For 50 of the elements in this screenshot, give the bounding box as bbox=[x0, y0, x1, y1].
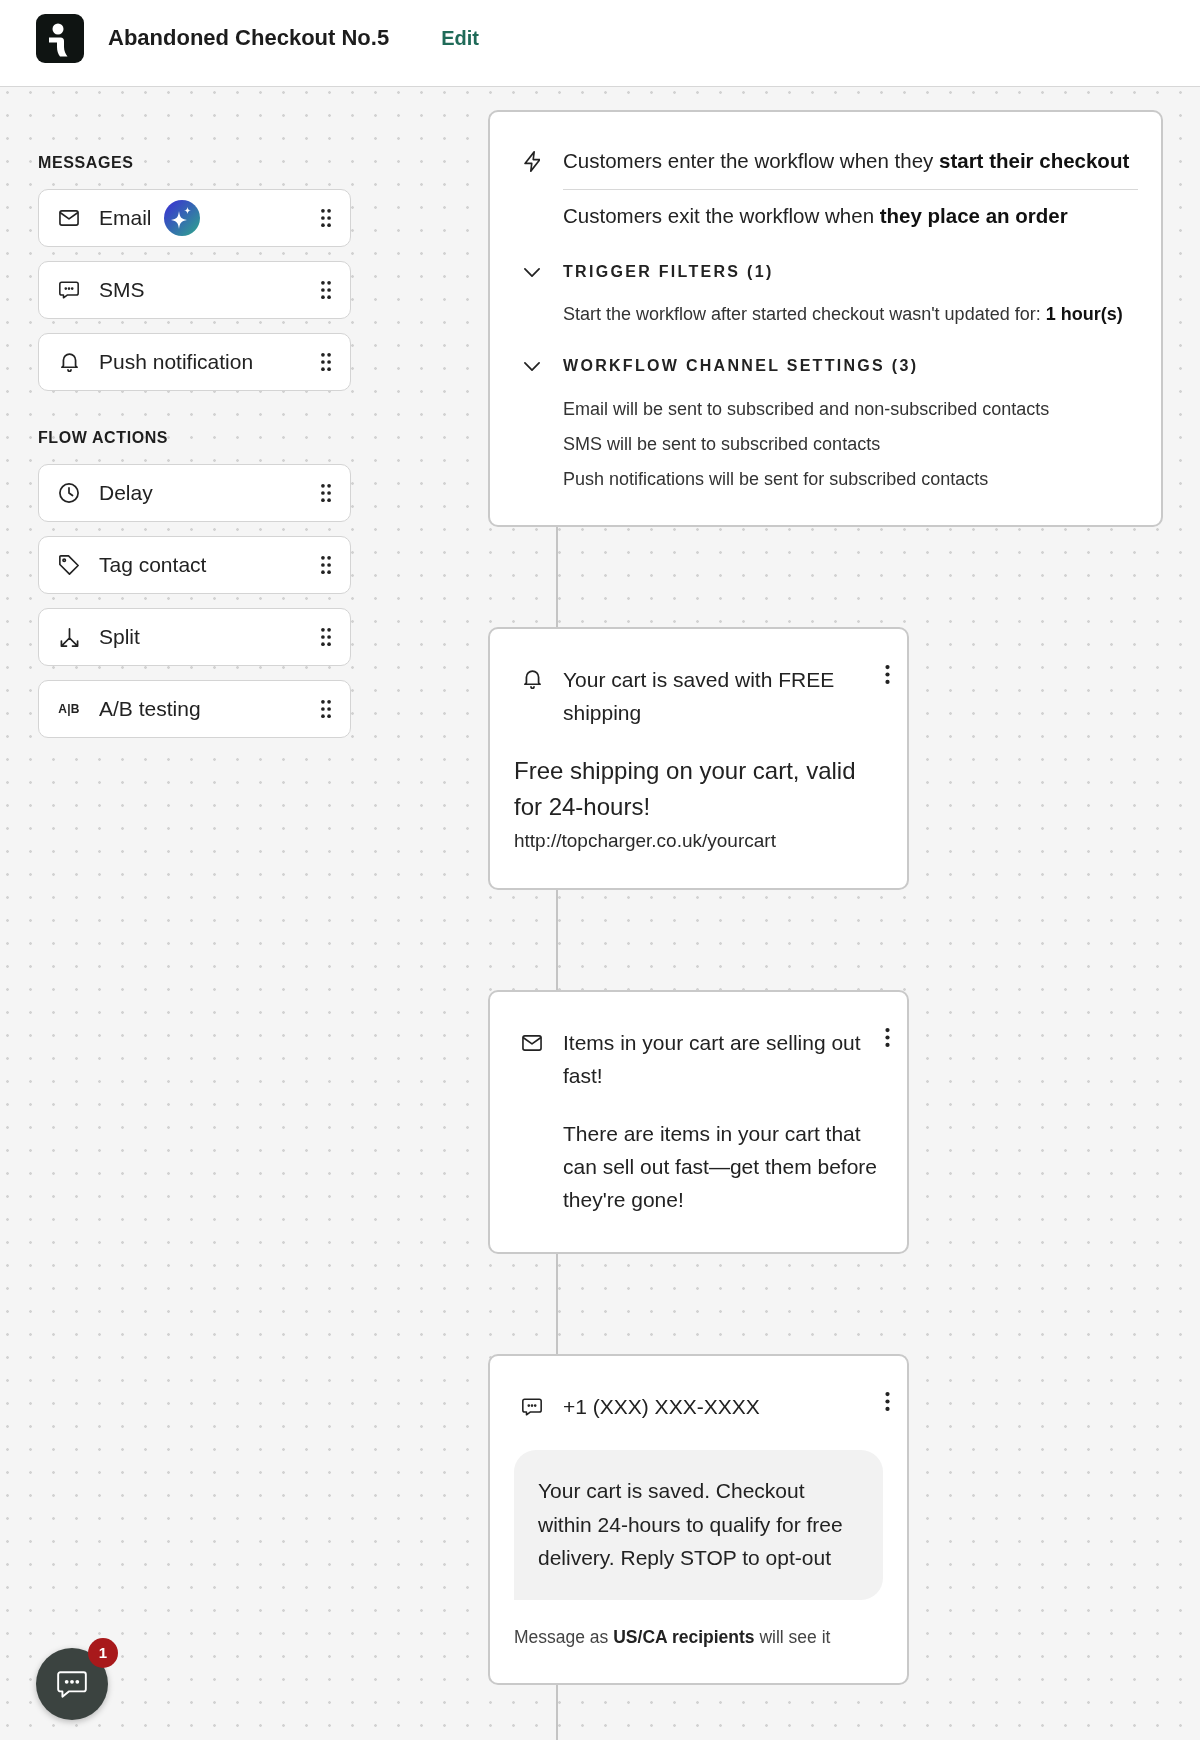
drag-handle-icon[interactable] bbox=[321, 484, 331, 502]
sidebar-item[interactable]: Delay bbox=[38, 464, 351, 522]
edit-link[interactable]: Edit bbox=[441, 26, 479, 50]
more-options-icon[interactable] bbox=[885, 1028, 890, 1047]
drag-handle-icon[interactable] bbox=[321, 628, 331, 646]
sidebar-item[interactable]: A|B A/B testing bbox=[38, 680, 351, 738]
app-logo[interactable] bbox=[36, 13, 84, 63]
chat-bubble-icon bbox=[522, 1397, 542, 1416]
exit-condition-text: Customers exit the workflow when they place an order bbox=[563, 203, 1069, 229]
lightning-bolt-icon bbox=[524, 150, 540, 172]
url-text: http://topcharger.co.uk/yourcart bbox=[514, 830, 777, 852]
split-arrows-icon bbox=[59, 627, 79, 647]
sidebar-item[interactable]: Tag contact bbox=[38, 536, 351, 594]
setting-text: Email will be sent to subscribed and non-subscribed contacts bbox=[563, 398, 1051, 420]
chat-bubble-icon bbox=[59, 281, 79, 299]
step-title: Items in your cart are selling out fast! bbox=[563, 1030, 862, 1089]
envelope-icon bbox=[59, 210, 79, 226]
entry-condition-text: Customers enter the workflow when they start their checkout bbox=[563, 148, 1130, 174]
step-title: +1 (XXX) XXX-XXXX bbox=[563, 1394, 761, 1420]
recipient-note: Message as US/CA recipients will see it bbox=[514, 1626, 832, 1647]
more-options-icon[interactable] bbox=[885, 665, 890, 684]
drag-handle-icon[interactable] bbox=[321, 353, 331, 371]
sidebar-item[interactable]: Email bbox=[38, 189, 351, 247]
section-heading: FLOW ACTIONS bbox=[38, 429, 170, 447]
sidebar-item[interactable]: Push notification bbox=[38, 333, 351, 391]
drag-handle-icon[interactable] bbox=[321, 209, 331, 227]
envelope-icon bbox=[522, 1034, 542, 1051]
setting-text: Push notifications will be sent for subscribed contacts bbox=[563, 468, 990, 490]
section-toggle[interactable]: TRIGGER FILTERS (1) bbox=[522, 261, 774, 283]
section-toggle[interactable]: WORKFLOW CHANNEL SETTINGS (3) bbox=[522, 355, 919, 377]
clock-icon bbox=[59, 483, 79, 503]
bell-icon bbox=[60, 352, 78, 372]
drag-handle-icon[interactable] bbox=[321, 556, 331, 574]
message-bubble: Your cart is saved. Checkout within 24-hours to qualify for free delivery. Reply STOP to opt-out bbox=[514, 1450, 883, 1600]
email-preview-text: There are items in your cart that can sell out fast—get them before they're gone! bbox=[563, 1121, 878, 1213]
filter-text: Start the workflow after started checkout wasn't updated for: 1 hour(s) bbox=[563, 303, 1124, 325]
sidebar-item[interactable]: Split bbox=[38, 608, 351, 666]
drag-handle-icon[interactable] bbox=[321, 281, 331, 299]
chat-icon bbox=[57, 1670, 87, 1698]
more-options-icon[interactable] bbox=[885, 1392, 890, 1411]
ab-test-icon: A|B bbox=[58, 702, 80, 716]
workflow-title: Abandoned Checkout No.5 bbox=[108, 25, 390, 51]
section-heading: MESSAGES bbox=[38, 154, 135, 172]
step-title: Your cart is saved with FREE shipping bbox=[563, 667, 836, 726]
push-message-text: Free shipping on your cart, valid for 24-hours! bbox=[514, 756, 857, 822]
sidebar-item[interactable]: SMS bbox=[38, 261, 351, 319]
drag-handle-icon[interactable] bbox=[321, 700, 331, 718]
bell-icon bbox=[523, 670, 541, 689]
setting-text: SMS will be sent to subscribed contacts bbox=[563, 433, 882, 455]
tag-icon bbox=[59, 555, 79, 575]
